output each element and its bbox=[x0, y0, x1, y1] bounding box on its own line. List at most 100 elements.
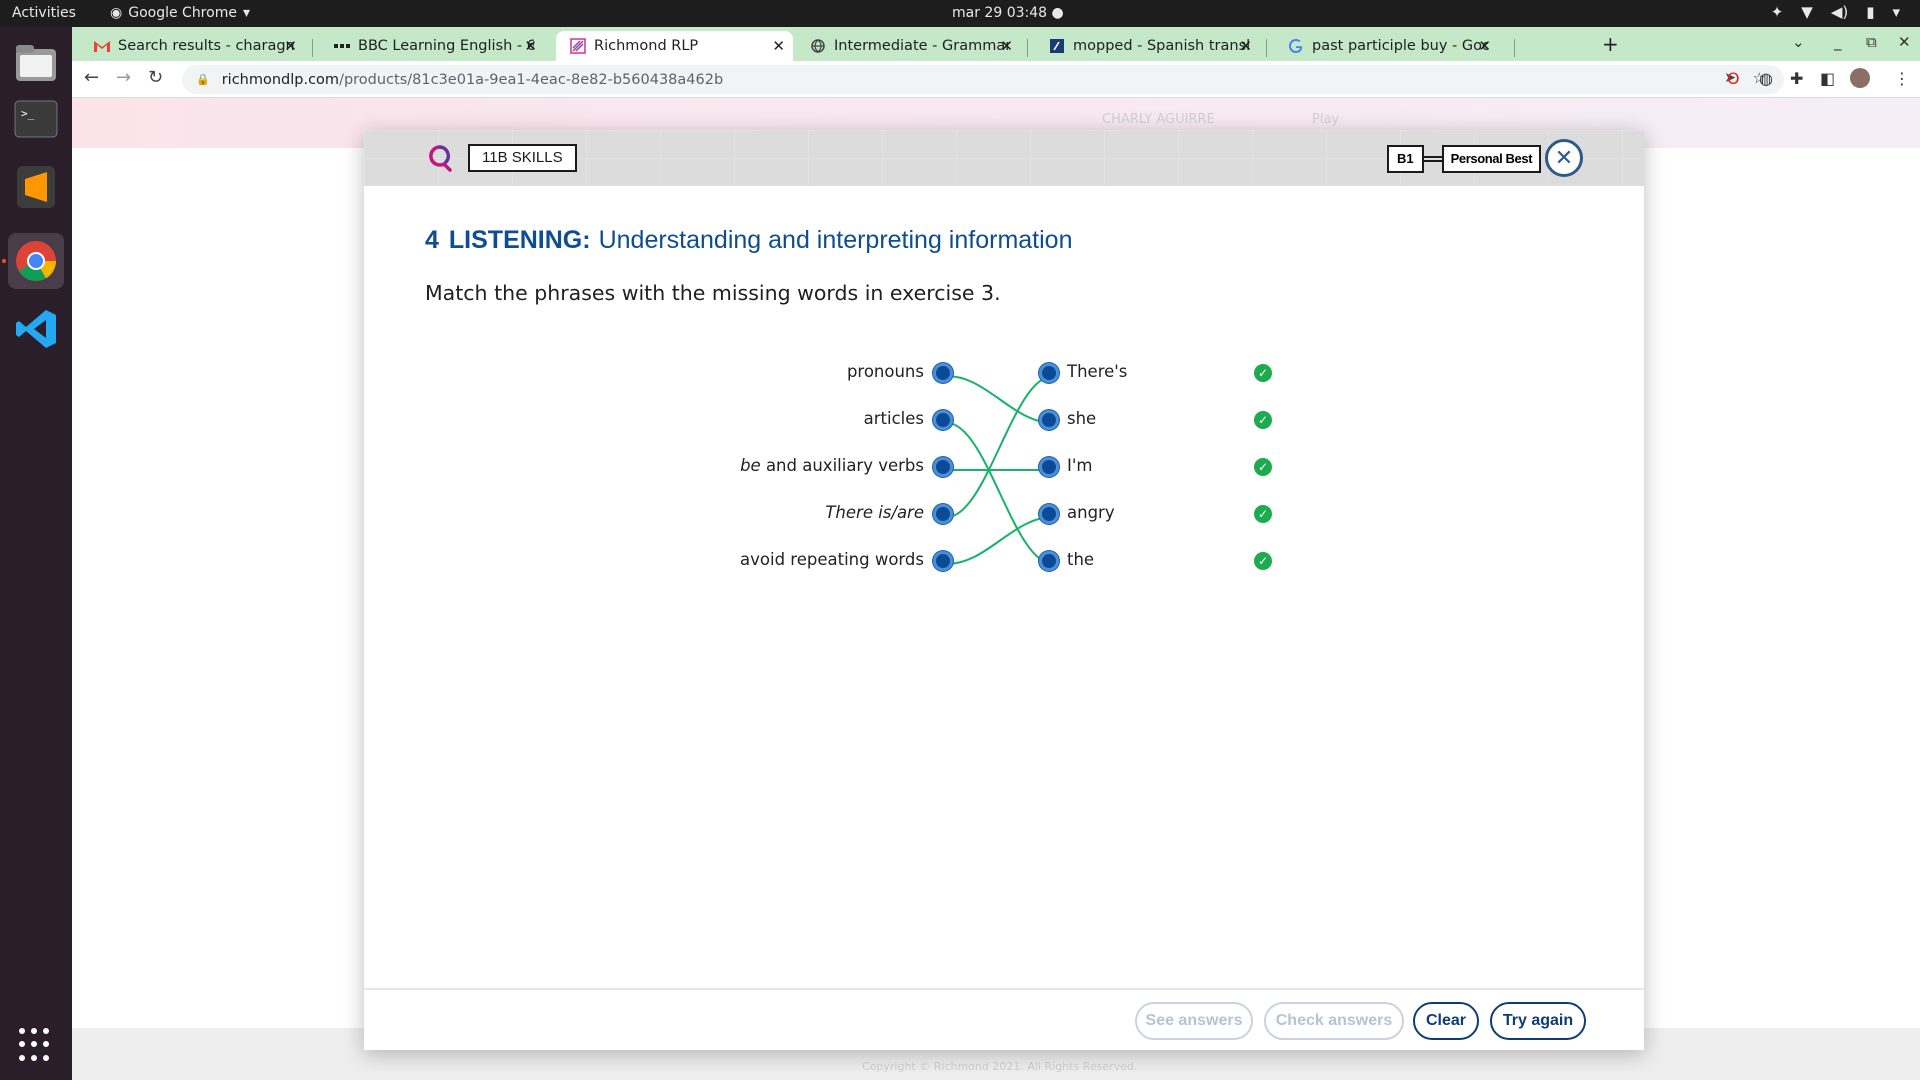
close-tab-icon[interactable]: ✕ bbox=[772, 37, 785, 55]
tab-separator bbox=[1266, 39, 1267, 57]
extensions-puzzle-icon[interactable]: ✚ bbox=[1790, 69, 1803, 88]
reload-icon[interactable]: ↻ bbox=[148, 67, 163, 88]
right-item: angry bbox=[1067, 503, 1115, 522]
tab-bbc[interactable]: BBC Learning English - 6 M ✕ bbox=[320, 31, 545, 61]
dock-files[interactable] bbox=[8, 35, 64, 91]
dock-terminal[interactable]: >_ bbox=[8, 91, 64, 147]
correct-check-icon: ✓ bbox=[1254, 505, 1272, 523]
tab-title: Richmond RLP bbox=[594, 38, 699, 54]
left-connector-dot[interactable] bbox=[933, 363, 953, 383]
dock: >_ bbox=[0, 27, 72, 1080]
restore-icon[interactable]: ⧉ bbox=[1866, 33, 1877, 51]
right-item: the bbox=[1067, 550, 1095, 569]
tab-separator bbox=[1514, 39, 1515, 57]
match-lines bbox=[946, 375, 1054, 565]
correct-check-icon: ✓ bbox=[1254, 552, 1272, 570]
close-tab-icon[interactable]: ✕ bbox=[1239, 37, 1252, 55]
correct-check-icon: ✓ bbox=[1254, 411, 1272, 429]
lock-icon: 🔒 bbox=[196, 73, 210, 86]
right-item: she bbox=[1067, 409, 1097, 428]
notification-dot-icon: ● bbox=[1051, 5, 1064, 21]
side-panel-icon[interactable]: ◧ bbox=[1820, 69, 1835, 88]
chrome-icon bbox=[16, 241, 56, 281]
globe-icon bbox=[810, 38, 826, 54]
play-label: Play bbox=[1312, 112, 1340, 127]
right-connector-dot[interactable] bbox=[1039, 551, 1059, 571]
sublime-text-icon bbox=[17, 166, 55, 208]
tab-title: past participle buy - Goog bbox=[1312, 38, 1488, 54]
chevron-down-icon: ▾ bbox=[242, 5, 250, 21]
left-item: There is/are bbox=[825, 503, 924, 522]
correct-check-icon: ✓ bbox=[1254, 364, 1272, 382]
right-item: There's bbox=[1067, 362, 1128, 381]
richmond-icon bbox=[570, 38, 586, 54]
tab-intermediate-grammar[interactable]: Intermediate - Grammar a ✕ bbox=[796, 31, 1021, 61]
close-tab-icon[interactable]: ✕ bbox=[1000, 37, 1013, 55]
battery-icon: ▮ bbox=[1866, 3, 1875, 21]
tab-title: BBC Learning English - 6 M bbox=[358, 38, 534, 54]
right-connector-dot[interactable] bbox=[1039, 457, 1059, 477]
vscode-icon bbox=[16, 310, 56, 348]
tab-spanish-translation[interactable]: mopped - Spanish transla ✕ bbox=[1035, 31, 1260, 61]
address-bar[interactable]: 🔒 richmondlp.com/products/81c3e01a-9ea1-… bbox=[182, 65, 1784, 94]
profile-avatar[interactable] bbox=[1850, 68, 1870, 88]
dock-sublime[interactable] bbox=[8, 159, 64, 215]
dock-chrome[interactable] bbox=[8, 233, 64, 289]
dock-vscode[interactable] bbox=[8, 301, 64, 357]
tab-gmail[interactable]: Search results - charagmz ✕ bbox=[80, 31, 305, 61]
gmail-icon bbox=[94, 38, 110, 54]
try-again-button[interactable]: Try again bbox=[1490, 1002, 1586, 1040]
close-tab-icon[interactable]: ✕ bbox=[284, 37, 297, 55]
right-connector-dot[interactable] bbox=[1039, 363, 1059, 383]
tab-richmond[interactable]: Richmond RLP ✕ bbox=[556, 31, 793, 61]
tab-title: Search results - charagmz bbox=[118, 38, 294, 54]
left-item: avoid repeating words bbox=[740, 550, 924, 569]
chrome-app-icon: ◉ bbox=[110, 5, 123, 21]
close-tab-icon[interactable]: ✕ bbox=[524, 37, 537, 55]
see-answers-button[interactable]: See answers bbox=[1135, 1002, 1253, 1040]
tab-strip: Search results - charagmz ✕ BBC Learning… bbox=[72, 27, 1920, 61]
activities-button[interactable]: Activities bbox=[12, 5, 76, 21]
system-tray[interactable]: ✦ ▼ ◀) ▮ ▾ bbox=[1771, 3, 1900, 21]
opera-extension-icon[interactable]: O bbox=[1727, 69, 1740, 88]
browser-toolbar: ← → ↻ 🔒 richmondlp.com/products/81c3e01a… bbox=[72, 61, 1920, 98]
right-item: I'm bbox=[1067, 456, 1093, 475]
tab-google-search[interactable]: past participle buy - Goog ✕ bbox=[1274, 31, 1499, 61]
left-connector-dot[interactable] bbox=[933, 410, 953, 430]
tab-title: Intermediate - Grammar a bbox=[834, 38, 1010, 54]
app-menu[interactable]: ◉ Google Chrome ▾ bbox=[110, 5, 250, 21]
bbc-icon bbox=[334, 38, 350, 54]
tab-search-icon[interactable]: ⌄ bbox=[1792, 33, 1805, 51]
power-menu-icon: ▾ bbox=[1892, 3, 1900, 21]
clear-button[interactable]: Clear bbox=[1413, 1002, 1479, 1040]
wifi-icon: ▼ bbox=[1801, 3, 1813, 21]
left-item: pronouns bbox=[846, 362, 924, 381]
exercise-modal: 11B SKILLS B1 Personal Best ✕ 4 LISTENING… bbox=[364, 130, 1644, 1050]
left-connector-dot[interactable] bbox=[933, 551, 953, 571]
tab-separator bbox=[312, 39, 313, 57]
clock[interactable]: mar 29 03:48 ● bbox=[952, 5, 1064, 21]
url-path: /products/81c3e01a-9ea1-4eac-8e82-b56043… bbox=[339, 71, 724, 88]
volume-icon: ◀) bbox=[1830, 3, 1849, 21]
right-connector-dot[interactable] bbox=[1039, 410, 1059, 430]
terminal-icon: >_ bbox=[14, 100, 58, 138]
show-applications-button[interactable] bbox=[19, 1028, 53, 1062]
back-icon[interactable]: ← bbox=[84, 67, 99, 88]
dictionary-icon bbox=[1049, 38, 1065, 54]
forward-icon[interactable]: → bbox=[116, 67, 131, 88]
close-tab-icon[interactable]: ✕ bbox=[1478, 37, 1491, 55]
modal-footer: See answers Check answers Clear Try agai… bbox=[364, 988, 1644, 1050]
check-answers-button[interactable]: Check answers bbox=[1264, 1002, 1404, 1040]
extension-badge-icon[interactable]: ◍ bbox=[1759, 69, 1773, 88]
close-window-icon[interactable]: ✕ bbox=[1898, 33, 1911, 51]
new-tab-button[interactable]: + bbox=[1602, 32, 1619, 56]
left-item: articles bbox=[863, 409, 924, 428]
left-connector-dot[interactable] bbox=[933, 457, 953, 477]
matching-area: pronouns articles be and auxiliary verbs… bbox=[364, 130, 1644, 830]
right-connector-dot[interactable] bbox=[1039, 504, 1059, 524]
left-connector-dot[interactable] bbox=[933, 504, 953, 524]
minimize-icon[interactable]: _ bbox=[1834, 33, 1842, 51]
google-icon bbox=[1288, 38, 1304, 54]
chrome-menu-icon[interactable]: ⋮ bbox=[1894, 69, 1910, 88]
clock-label: mar 29 03:48 bbox=[952, 5, 1048, 21]
